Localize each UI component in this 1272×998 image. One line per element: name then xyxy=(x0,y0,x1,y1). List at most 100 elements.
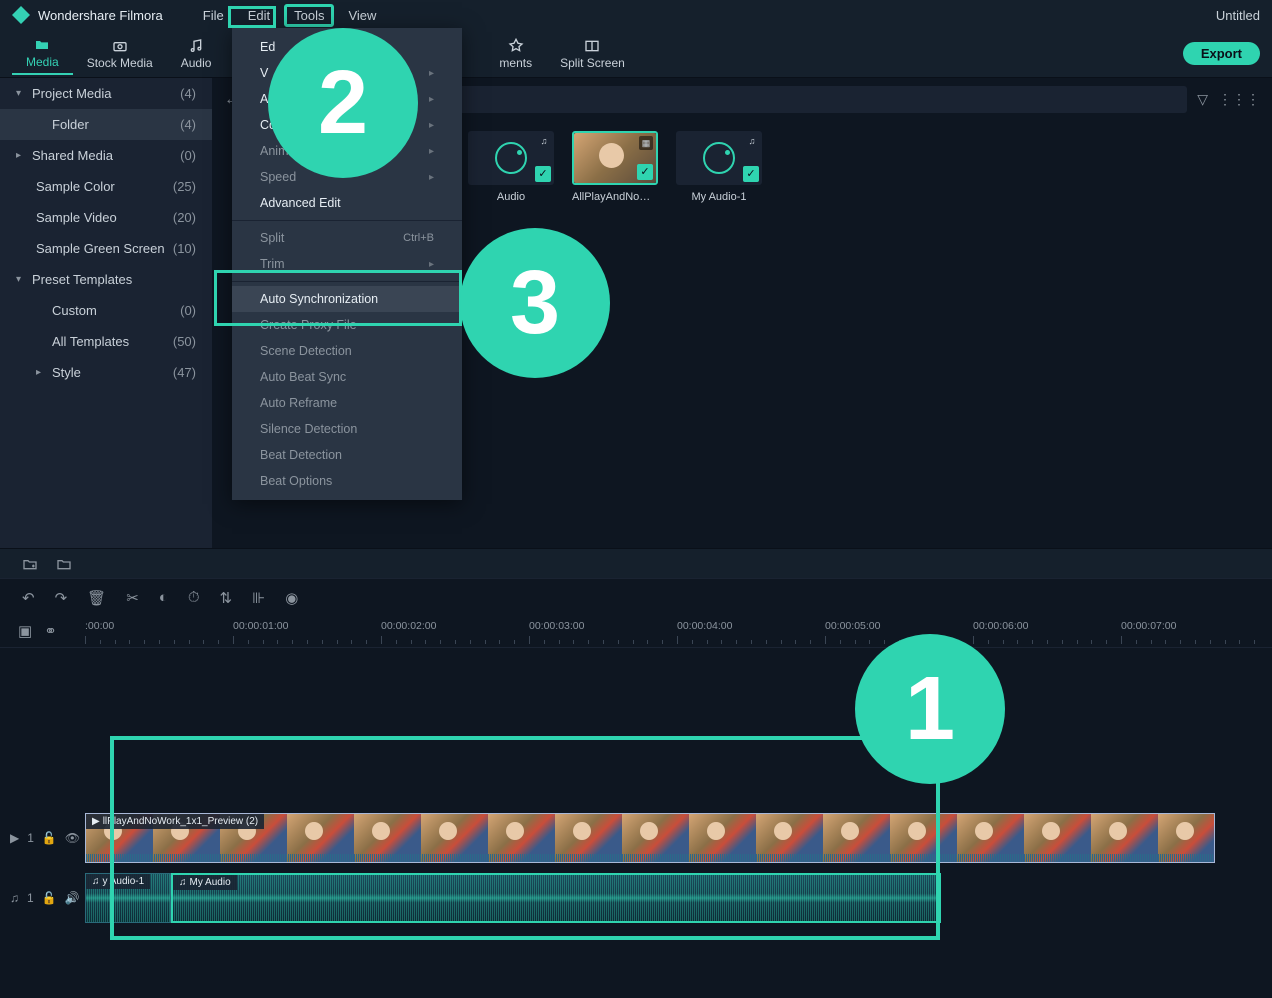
callout-1: 1 xyxy=(855,634,1005,784)
tab-split-screen[interactable]: Split Screen xyxy=(546,34,639,74)
sidebar-item-preset-templates[interactable]: ▾Preset Templates xyxy=(0,264,212,295)
sidebar-item-project-media[interactable]: ▾Project Media(4) xyxy=(0,78,212,109)
music-badge-icon: ♫ xyxy=(745,134,759,148)
sidebar-item-sample-video[interactable]: Sample Video(20) xyxy=(0,202,212,233)
tab-label: Stock Media xyxy=(87,56,153,70)
new-folder-icon[interactable] xyxy=(22,556,38,572)
menu-view[interactable]: View xyxy=(338,4,386,27)
clip-label: My Audio xyxy=(190,877,231,888)
dropdown-item: Scene Detection xyxy=(232,338,462,364)
tab-audio[interactable]: Audio xyxy=(167,34,226,74)
camera-icon xyxy=(111,38,129,54)
tab-label: Media xyxy=(26,55,59,69)
sidebar-footer xyxy=(0,548,1272,578)
tab-label: Audio xyxy=(181,56,212,70)
app-name: Wondershare Filmora xyxy=(38,8,163,23)
title-bar: Wondershare Filmora File Edit Tools View… xyxy=(0,0,1272,30)
link-icon[interactable]: ⚭ xyxy=(44,622,57,640)
grid-view-icon[interactable]: ⋮⋮⋮ xyxy=(1218,91,1260,108)
crop-icon[interactable]: ◐ xyxy=(159,589,168,606)
audio-track-icon: ♫ xyxy=(10,891,19,905)
dropdown-item: Beat Options xyxy=(232,468,462,494)
video-track-icon: ▶ xyxy=(10,831,19,845)
layers-icon[interactable]: ▣ xyxy=(18,622,32,640)
timeline-toolbar: ↶ ↷ 🗑 ✂ ◐ ⏱ ⇅ ⊪ ◉ xyxy=(0,578,1272,616)
play-icon: ▶ xyxy=(92,816,100,827)
audio-clip-1[interactable]: ♫y Audio-1 xyxy=(85,873,171,923)
sidebar-item-folder[interactable]: Folder(4) xyxy=(0,109,212,140)
media-sidebar: ▾Project Media(4) Folder(4) ▸Shared Medi… xyxy=(0,78,212,548)
timeline: ▶ 1 🔓 👁 ▶llPlayAndNoWork_1x1_Preview (2)… xyxy=(0,648,1272,998)
lock-icon[interactable]: 🔓 xyxy=(42,831,57,845)
filter-icon[interactable]: ▽ xyxy=(1197,91,1208,108)
callout-2: 2 xyxy=(268,28,418,178)
callout-3: 3 xyxy=(460,228,610,378)
tab-label: ments xyxy=(499,56,532,70)
dropdown-item: Silence Detection xyxy=(232,416,462,442)
module-tabs: Media Stock Media Audio ments Split Scre… xyxy=(0,30,1272,78)
music-icon xyxy=(187,38,205,54)
adjust-icon[interactable]: ⇅ xyxy=(220,589,233,607)
menu-edit[interactable]: Edit xyxy=(238,4,280,27)
tab-label: Split Screen xyxy=(560,56,625,70)
music-icon: ♫ xyxy=(92,876,100,887)
record-icon[interactable]: ◉ xyxy=(285,589,298,607)
sidebar-item-style[interactable]: ▸Style(47) xyxy=(0,357,212,388)
cut-icon[interactable]: ✂ xyxy=(126,589,139,607)
ruler-scale[interactable]: :00:0000:00:01:0000:00:02:0000:00:03:000… xyxy=(85,616,1272,648)
delete-icon[interactable]: 🗑 xyxy=(87,589,106,607)
video-clip[interactable]: ▶llPlayAndNoWork_1x1_Preview (2) xyxy=(85,813,1215,863)
tab-elements[interactable]: ments xyxy=(485,34,546,74)
speed-icon[interactable]: ⏱ xyxy=(188,589,200,606)
speaker-icon[interactable]: 🔊 xyxy=(65,891,80,905)
video-track-1: ▶ 1 🔓 👁 ▶llPlayAndNoWork_1x1_Preview (2) xyxy=(0,808,1272,868)
music-icon: ♫ xyxy=(179,877,187,888)
check-icon: ✓ xyxy=(743,166,759,182)
dropdown-item: SplitCtrl+B xyxy=(232,225,462,251)
sidebar-item-sample-color[interactable]: Sample Color(25) xyxy=(0,171,212,202)
app-logo-icon xyxy=(12,6,30,24)
undo-icon[interactable]: ↶ xyxy=(22,589,35,607)
dropdown-item[interactable]: Advanced Edit xyxy=(232,190,462,216)
eye-icon[interactable]: 👁 xyxy=(65,831,80,845)
clip-label: y Audio-1 xyxy=(103,876,145,887)
dropdown-item: Beat Detection xyxy=(232,442,462,468)
dropdown-item: Create Proxy File xyxy=(232,312,462,338)
check-icon: ✓ xyxy=(535,166,551,182)
track-num: 1 xyxy=(27,891,34,905)
dropdown-item: Auto Reframe xyxy=(232,390,462,416)
clip-label: llPlayAndNoWork_1x1_Preview (2) xyxy=(103,816,258,827)
track-num: 1 xyxy=(27,831,34,845)
sidebar-item-custom[interactable]: Custom(0) xyxy=(0,295,212,326)
sidebar-item-shared-media[interactable]: ▸Shared Media(0) xyxy=(0,140,212,171)
audio-track-1: ♫ 1 🔓 🔊 ♫y Audio-1 ♫My Audio xyxy=(0,868,1272,928)
menubar: File Edit Tools View xyxy=(193,4,387,27)
dropdown-item: Trim▸ xyxy=(232,251,462,277)
redo-icon[interactable]: ↷ xyxy=(55,589,68,607)
sidebar-item-all-templates[interactable]: All Templates(50) xyxy=(0,326,212,357)
document-title: Untitled xyxy=(1216,8,1260,23)
dropdown-item: Auto Beat Sync xyxy=(232,364,462,390)
elements-icon xyxy=(507,38,525,54)
thumb-label: My Audio-1 xyxy=(691,191,746,203)
folder-icon xyxy=(33,37,51,53)
folder-icon[interactable] xyxy=(56,556,72,572)
menu-tools[interactable]: Tools xyxy=(284,4,334,27)
media-thumb-audio-1[interactable]: ♫ ✓ My Audio-1 xyxy=(676,131,762,203)
timeline-ruler: ▣ ⚭ :00:0000:00:01:0000:00:02:0000:00:03… xyxy=(0,616,1272,648)
check-icon: ✓ xyxy=(637,164,653,180)
menu-file[interactable]: File xyxy=(193,4,234,27)
tab-stock-media[interactable]: Stock Media xyxy=(73,34,167,74)
media-thumb-audio[interactable]: ♫ ✓ Audio xyxy=(468,131,554,203)
tab-media[interactable]: Media xyxy=(12,33,73,75)
dropdown-item[interactable]: Auto Synchronization xyxy=(232,286,462,312)
lock-icon[interactable]: 🔓 xyxy=(42,891,57,905)
audio-clip-2[interactable]: ♫My Audio xyxy=(171,873,941,923)
export-button[interactable]: Export xyxy=(1183,42,1260,65)
audio-mixer-icon[interactable]: ⊪ xyxy=(252,589,265,607)
thumb-label: Audio xyxy=(497,191,525,203)
split-screen-icon xyxy=(583,38,601,54)
media-thumb-video[interactable]: ▦✓ AllPlayAndNoW… xyxy=(572,131,658,203)
sidebar-item-sample-green-screen[interactable]: Sample Green Screen(10) xyxy=(0,233,212,264)
music-badge-icon: ♫ xyxy=(537,134,551,148)
